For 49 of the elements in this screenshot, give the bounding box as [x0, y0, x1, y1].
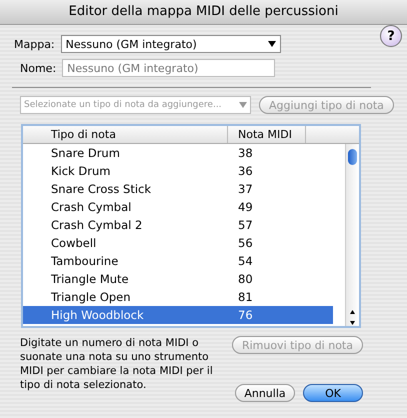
table-cell-text: 56 — [237, 236, 253, 250]
table-cell-text: Snare Cross Stick — [50, 182, 152, 196]
table-row[interactable]: Crash Cymbal 49 — [23, 198, 334, 216]
dropdown-arrow-icon — [268, 41, 276, 47]
table-row[interactable]: Kick Drum 36 — [23, 162, 334, 180]
table-row[interactable]: Snare Drum 38 — [23, 144, 334, 162]
table-cell-text: Triangle Mute — [50, 272, 130, 286]
scrollbar[interactable] — [345, 144, 359, 326]
table-row[interactable]: Tambourine 54 — [23, 252, 334, 270]
cancel-button[interactable]: Annulla — [235, 384, 295, 402]
table-cell-text: 81 — [237, 290, 253, 304]
map-dropdown[interactable]: Nessuno (GM integrato) — [60, 35, 281, 53]
name-field[interactable]: Nessuno (GM integrato) — [62, 59, 276, 77]
table-cell-text: 76 — [237, 308, 253, 322]
table-cell-text: Cowbell — [50, 236, 98, 250]
table-row[interactable]: Crash Cymbal 2 57 — [23, 216, 334, 234]
table-cell-text: 37 — [237, 182, 253, 196]
ok-button[interactable]: OK — [303, 384, 363, 402]
column-header[interactable]: Tipo di nota — [23, 126, 228, 143]
table-cell-text: 80 — [237, 272, 253, 286]
table-row[interactable]: Triangle Open 81 — [23, 288, 334, 306]
table-row[interactable]: Snare Cross Stick 37 — [23, 180, 334, 198]
table-cell-text: High Woodblock — [50, 308, 145, 322]
dropdown-arrow-icon — [239, 102, 247, 108]
table-cell-text: Crash Cymbal 2 — [50, 218, 144, 232]
table-cell-text: 36 — [237, 164, 253, 178]
table-cell-text: Tambourine — [50, 254, 120, 268]
name-label: Nome: — [20, 62, 56, 74]
scroll-thumb[interactable] — [348, 149, 358, 165]
column-header[interactable]: Nota MIDI — [228, 126, 306, 143]
table-cell-text: 57 — [237, 218, 253, 232]
table-cell-text: Snare Drum — [50, 146, 121, 160]
table-row[interactable]: Cowbell 56 — [23, 234, 334, 252]
window-title: Editor della mappa MIDI delle percussioni — [0, 0, 407, 25]
scroll-up-icon[interactable] — [348, 308, 358, 316]
help-button[interactable]: ? — [380, 25, 402, 47]
table-cell-text: 38 — [237, 146, 253, 160]
table-row[interactable]: High Woodblock 76 — [23, 306, 334, 324]
dropdown-placeholder: Selezionate un tipo di nota da aggiungere... — [24, 100, 222, 110]
table-cell-text: 49 — [237, 200, 253, 214]
instruction-text: Digitate un numero di nota MIDI o suonate una nota su uno strumento MIDI per cambiare la nota MIDI per il tipo di nota selezionato. — [20, 336, 214, 393]
table-cell-text: Triangle Open — [50, 290, 132, 304]
map-label: Mappa: — [14, 38, 55, 50]
table-row[interactable]: Triangle Mute 80 — [23, 270, 334, 288]
table-cell-text: 54 — [237, 254, 253, 268]
scroll-down-icon[interactable] — [348, 319, 358, 326]
dropdown-value: Nessuno (GM integrato) — [66, 38, 197, 50]
table-cell-text: Crash Cymbal — [50, 200, 132, 214]
table-cell-text: Kick Drum — [50, 164, 112, 178]
